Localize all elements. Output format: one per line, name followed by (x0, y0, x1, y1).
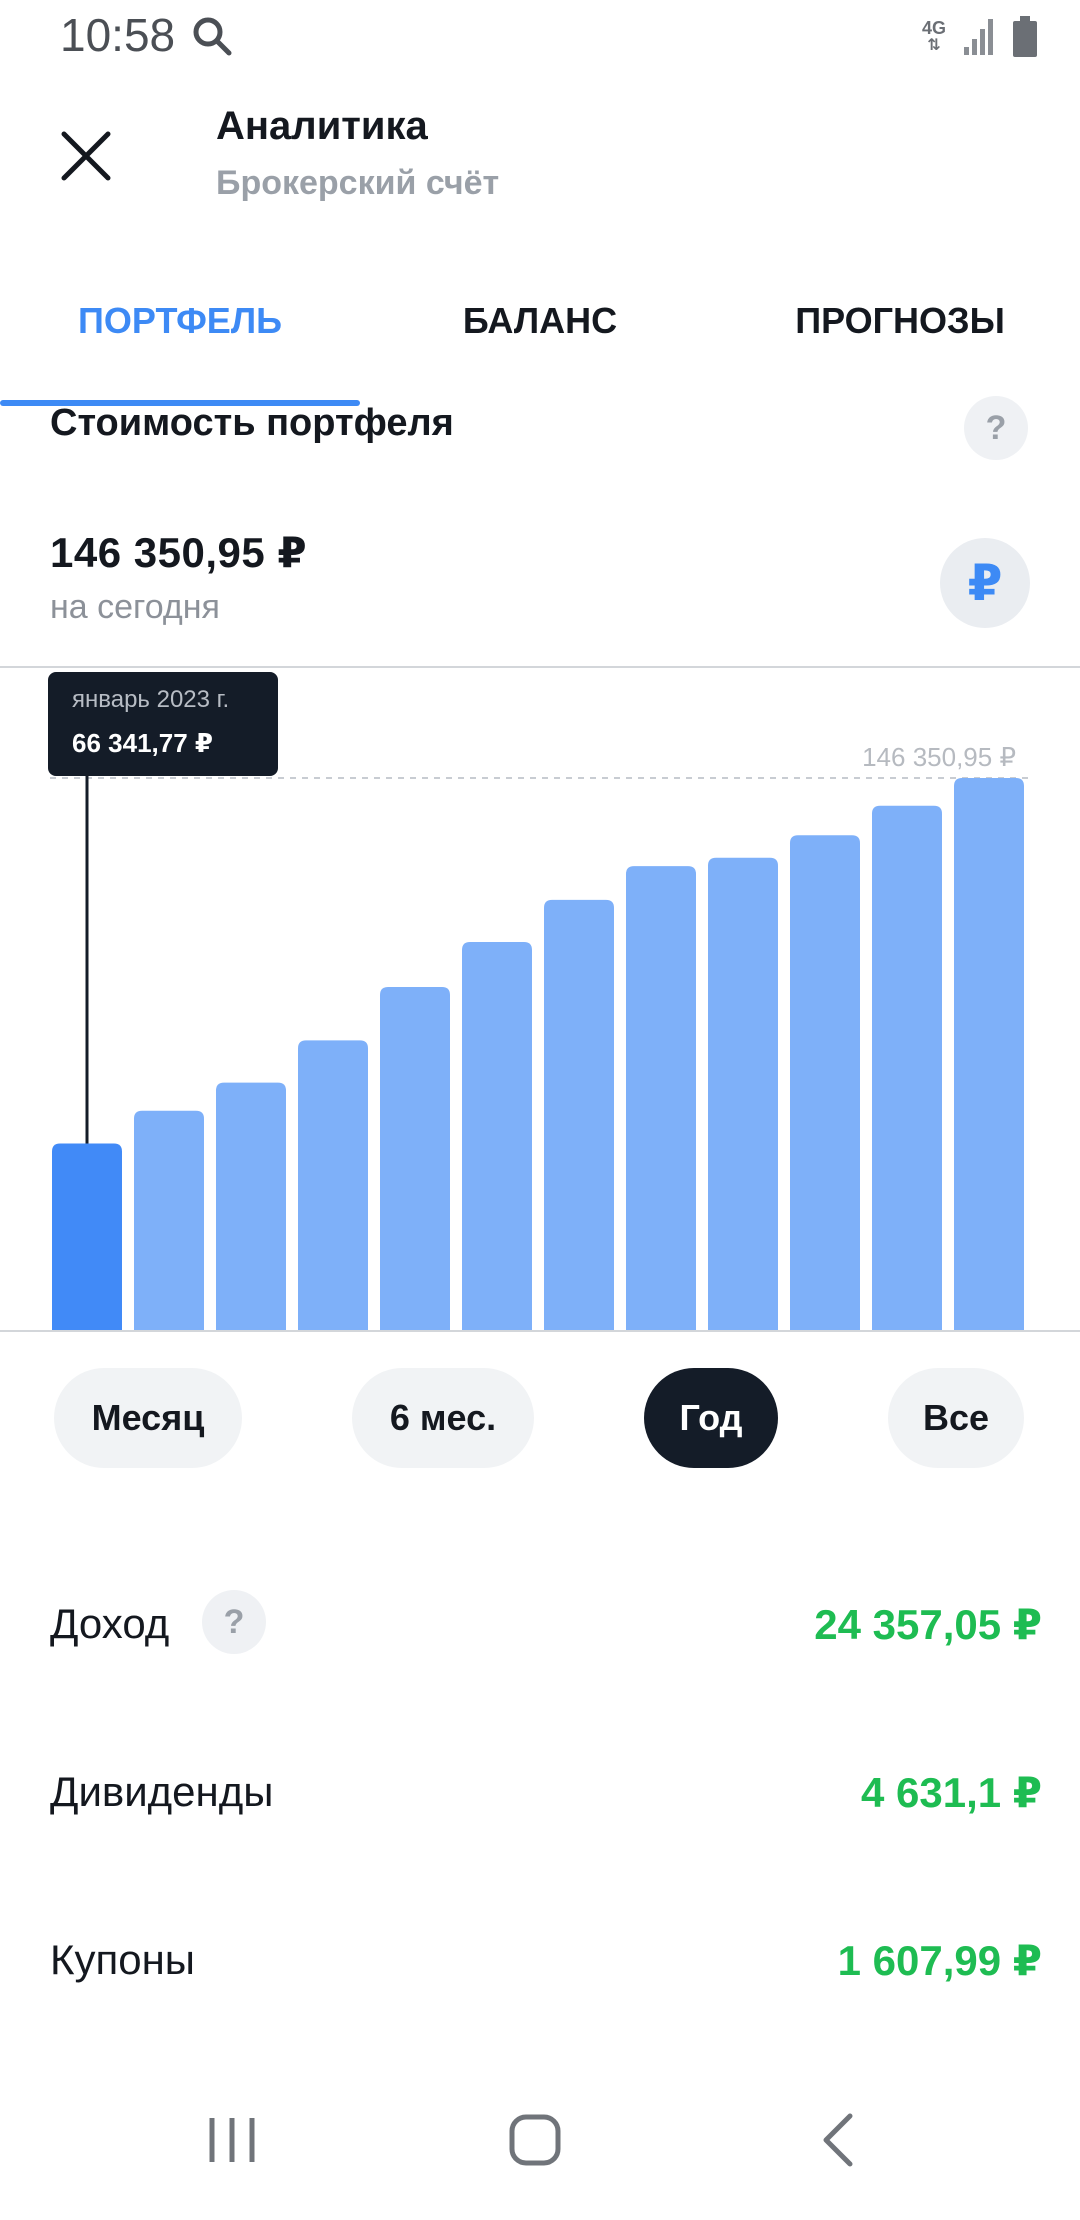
coupons-value: 1 607,99 ₽ (837, 1937, 1042, 1984)
page-subtitle: Брокерский счёт (216, 164, 500, 202)
back-icon[interactable] (810, 2110, 870, 2170)
chart-tooltip: январь 2023 г. 66 341,77 ₽ (48, 672, 278, 776)
chart-max-label: 146 350,95 ₽ (862, 742, 1016, 772)
battery-icon (1013, 16, 1037, 57)
tab-portfolio[interactable]: ПОРТФЕЛЬ (0, 300, 360, 342)
search-icon (193, 17, 232, 56)
chart-bar-10[interactable] (790, 835, 860, 1330)
dividends-value: 4 631,1 ₽ (860, 1769, 1042, 1816)
chart-bar-3[interactable] (216, 1082, 286, 1330)
chart-bar-1[interactable] (52, 1143, 122, 1330)
period-year-button[interactable]: Год (644, 1368, 778, 1468)
portfolio-value-caption: на сегодня (50, 588, 220, 626)
coupons-label: Купоны (50, 1936, 195, 1983)
chart-bar-4[interactable] (298, 1040, 368, 1330)
tooltip-value: 66 341,77 ₽ (72, 728, 213, 758)
chart-bar-11[interactable] (872, 805, 942, 1330)
chart-bar-12[interactable] (954, 778, 1024, 1330)
chart-bar-2[interactable] (134, 1110, 204, 1330)
chart-bar-6[interactable] (462, 942, 532, 1330)
chart-bar-7[interactable] (544, 899, 614, 1330)
status-icons: 4G ⇅ (922, 14, 1038, 60)
tooltip-period: январь 2023 г. (72, 686, 230, 713)
income-value: 24 357,05 ₽ (814, 1601, 1042, 1648)
home-icon[interactable] (505, 2110, 565, 2170)
tab-forecasts[interactable]: ПРОГНОЗЫ (720, 300, 1080, 342)
help-icon[interactable]: ? (964, 396, 1028, 460)
period-month-button[interactable]: Месяц (54, 1368, 242, 1468)
income-label: Доход (50, 1600, 170, 1647)
signal-icon (964, 19, 993, 55)
recents-icon[interactable] (202, 2110, 262, 2170)
tab-balance[interactable]: БАЛАНС (360, 300, 720, 342)
chart-bar-5[interactable] (380, 987, 450, 1330)
ruble-icon[interactable]: ₽ (940, 538, 1030, 628)
portfolio-value: 146 350,95 ₽ (50, 529, 308, 576)
network-type: 4G ⇅ (921, 18, 946, 54)
period-6-months-button[interactable]: 6 мес. (352, 1368, 534, 1468)
close-icon[interactable] (56, 126, 116, 186)
section-title: Стоимость портфеля (50, 402, 454, 444)
period-all-button[interactable]: Все (888, 1368, 1024, 1468)
status-time: 10:58 (60, 9, 176, 61)
page-title: Аналитика (216, 104, 428, 148)
dividends-label: Дивиденды (50, 1768, 274, 1815)
income-help-icon[interactable]: ? (202, 1590, 266, 1654)
chart-bar-8[interactable] (626, 866, 696, 1330)
chart-bar-9[interactable] (708, 857, 778, 1330)
